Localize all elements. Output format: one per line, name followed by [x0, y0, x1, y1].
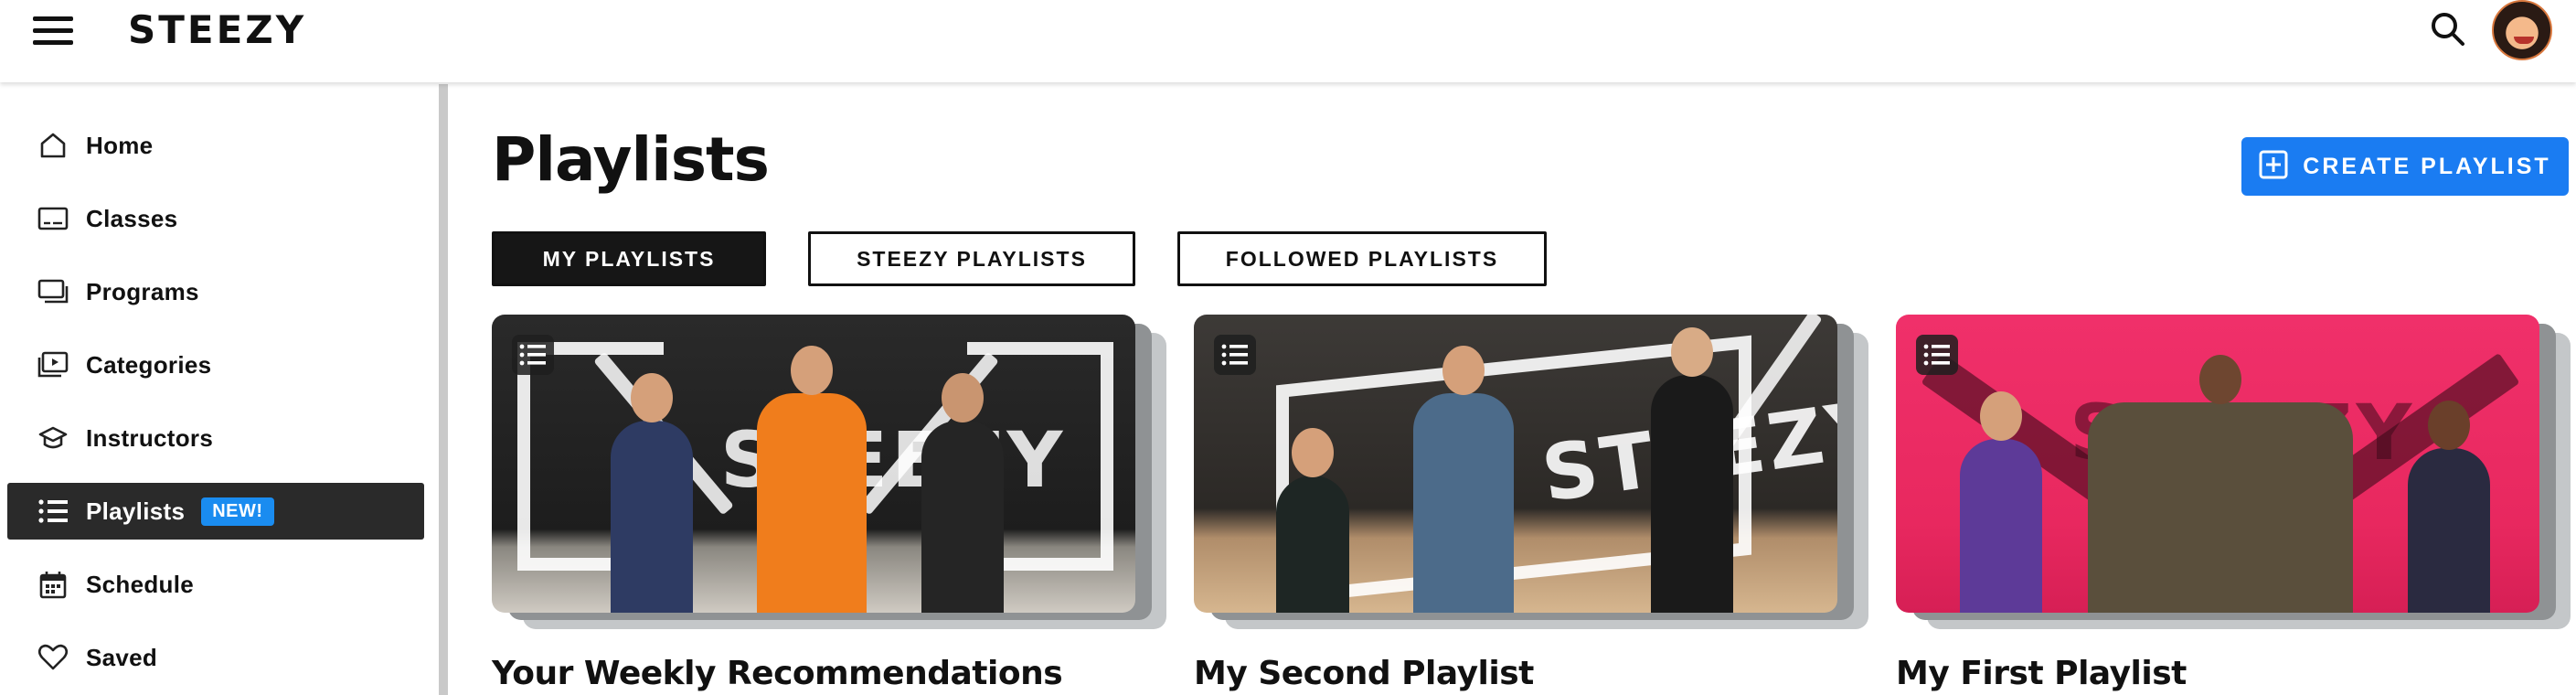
playlist-list-icon [1214, 335, 1256, 375]
playlist-list-icon [512, 335, 554, 375]
sidebar-item-schedule[interactable]: Schedule [7, 556, 424, 613]
sidebar-item-classes[interactable]: Classes [7, 190, 424, 247]
sidebar-item-programs[interactable]: Programs [7, 263, 424, 320]
add-square-icon [2259, 150, 2288, 184]
sidebar-item-home[interactable]: Home [7, 117, 424, 174]
playlist-card-second-playlist[interactable]: STEEZY My Second Playlist [1194, 315, 1868, 695]
steezy-logo[interactable]: STEEZY [128, 7, 306, 52]
home-icon [37, 129, 69, 162]
tab-steezy-playlists[interactable]: STEEZY PLAYLISTS [808, 231, 1135, 286]
classes-icon [37, 202, 69, 235]
calendar-icon [37, 568, 69, 601]
playlist-title[interactable]: My First Playlist [1896, 655, 2187, 692]
sidebar-item-label: Categories [86, 350, 212, 379]
sidebar-item-label: Saved [86, 643, 158, 671]
sidebar-item-label: Playlists [86, 497, 186, 525]
sidebar-item-label: Home [86, 131, 154, 159]
sidebar-item-label: Programs [86, 277, 199, 305]
playlist-thumbnail: STEEZY [1896, 315, 2539, 613]
programs-icon [37, 275, 69, 308]
playlist-thumbnail: STEEZY [492, 315, 1135, 613]
sidebar-item-label: Instructors [86, 423, 214, 452]
sidebar: Home Classes Programs Categories Instruc… [0, 84, 439, 695]
sidebar-item-label: Schedule [86, 570, 194, 598]
top-navigation-bar: STEEZY [0, 0, 2576, 82]
create-playlist-button[interactable]: CREATE PLAYLIST [2241, 137, 2569, 196]
create-playlist-label: CREATE PLAYLIST [2303, 153, 2551, 179]
sidebar-item-label: Classes [86, 204, 178, 232]
tab-followed-playlists[interactable]: FOLLOWED PLAYLISTS [1177, 231, 1547, 286]
playlist-card-weekly-recommendations[interactable]: STEEZY Your Weekly Recommendations [492, 315, 1166, 695]
new-badge: NEW! [201, 497, 274, 526]
tab-my-playlists[interactable]: MY PLAYLISTS [492, 231, 766, 286]
playlist-thumbnail: STEEZY [1194, 315, 1837, 613]
sidebar-item-saved[interactable]: Saved [7, 629, 424, 686]
search-icon[interactable] [2428, 9, 2468, 49]
sidebar-item-playlists[interactable]: Playlists NEW! [7, 483, 424, 540]
user-avatar[interactable] [2492, 0, 2552, 60]
menu-icon[interactable] [33, 16, 73, 46]
list-icon [37, 495, 69, 528]
playlist-title[interactable]: My Second Playlist [1194, 655, 1534, 692]
playlist-list-icon [1916, 335, 1958, 375]
categories-icon [37, 348, 69, 381]
page-title: Playlists [492, 124, 770, 195]
sidebar-scrollbar[interactable] [439, 84, 448, 695]
playlist-card-first-playlist[interactable]: STEEZY My First Playlist [1896, 315, 2571, 695]
playlist-title[interactable]: Your Weekly Recommendations [492, 655, 1063, 692]
sidebar-item-instructors[interactable]: Instructors [7, 410, 424, 466]
sidebar-item-categories[interactable]: Categories [7, 337, 424, 393]
instructors-icon [37, 422, 69, 454]
heart-icon [37, 641, 69, 674]
